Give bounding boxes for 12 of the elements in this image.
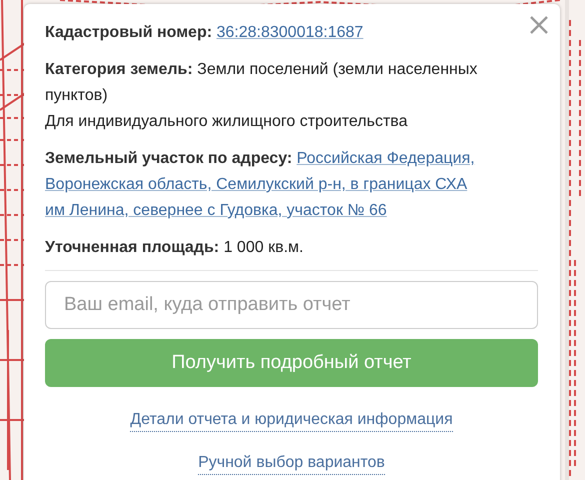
address-link[interactable]: Воронежская область, Семилукский р-н, в границах СХА: [45, 176, 468, 193]
address-link[interactable]: им Ленина, севернее с Гудовка, участок № 66: [45, 202, 387, 219]
close-icon[interactable]: [530, 16, 548, 34]
address-link[interactable]: Российская Федерация,: [296, 150, 475, 167]
info-link[interactable]: Ручной выбор вариантов: [198, 452, 385, 475]
field-text: Кадастровый номер: 36:28:8300018:1687: [45, 23, 364, 43]
field-text: Уточненная площадь: 1 000 кв.м.: [45, 238, 304, 258]
field-link[interactable]: 36:28:8300018:1687: [216, 24, 364, 41]
field-text: Категория земель: Земли поселений (земли населенных пунктов) Для индивидуального жилищного строительства: [45, 60, 478, 132]
email-field[interactable]: Ваш email, куда отправить отчет: [45, 281, 538, 329]
field-text: Земельный участок по адресу: Российская Федерация, Воронежская область, Семилукский р-н, в границах СХА им Ленина, севернее с Гудовка, участок № 66: [45, 149, 476, 221]
info-link[interactable]: Детали отчета и юридическая информация: [130, 409, 453, 432]
